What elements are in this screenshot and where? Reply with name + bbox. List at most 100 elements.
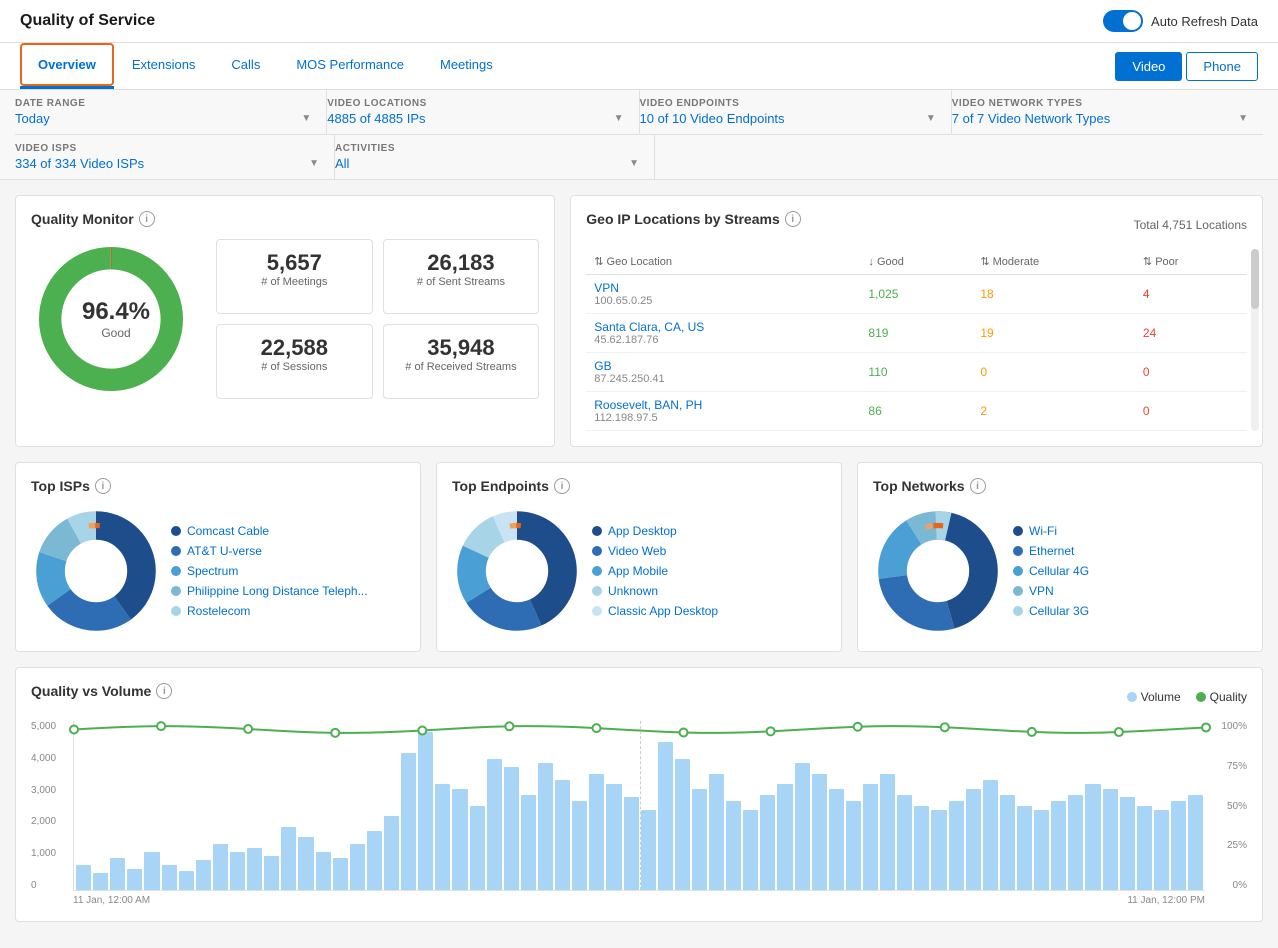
quality-dot	[680, 728, 688, 736]
legend-app-desktop[interactable]: App Desktop	[592, 524, 718, 538]
legend-dot	[1013, 586, 1023, 596]
legend-cellular-4g[interactable]: Cellular 4G	[1013, 564, 1089, 578]
table-row[interactable]: VPN 100.65.0.25 1,025 18 4	[586, 275, 1247, 314]
col-good[interactable]: ↓ Good	[860, 249, 972, 275]
table-row[interactable]: GB 87.245.250.41 110 0 0	[586, 353, 1247, 392]
geo-moderate: 18	[972, 275, 1135, 314]
quality-monitor-section: Quality Monitor i 96.4% Good	[15, 195, 555, 447]
legend-pldt[interactable]: Philippine Long Distance Teleph...	[171, 584, 368, 598]
geo-location-name: VPN	[594, 281, 852, 295]
qvv-chart-body	[73, 721, 1205, 891]
endpoints-donut	[452, 506, 582, 636]
legend-ethernet[interactable]: Ethernet	[1013, 544, 1089, 558]
legend-dot	[1013, 546, 1023, 556]
geo-info-icon[interactable]: i	[785, 211, 801, 227]
geo-poor: 24	[1135, 314, 1247, 353]
tab-extensions[interactable]: Extensions	[114, 43, 214, 89]
networks-info-icon[interactable]: i	[970, 478, 986, 494]
top-charts-row: Top ISPs i	[15, 462, 1263, 652]
tab-meetings[interactable]: Meetings	[422, 43, 511, 89]
top-isps-section: Top ISPs i	[15, 462, 421, 652]
qvv-legend-volume: Volume	[1127, 690, 1181, 704]
quality-dot	[331, 729, 339, 737]
networks-chart-inner: Wi-Fi Ethernet Cellular 4G VPN	[873, 506, 1247, 636]
legend-dot	[592, 566, 602, 576]
filter-locations-value: 4885 of 4885 IPs ▼	[327, 111, 623, 126]
legend-dot	[592, 526, 602, 536]
legend-spectrum[interactable]: Spectrum	[171, 564, 368, 578]
quality-dot	[1115, 728, 1123, 736]
legend-vpn[interactable]: VPN	[1013, 584, 1089, 598]
tab-calls[interactable]: Calls	[213, 43, 278, 89]
quality-monitor-info-icon[interactable]: i	[139, 211, 155, 227]
geo-moderate: 0	[972, 353, 1135, 392]
donut-center: 96.4% Good	[82, 298, 150, 340]
top-endpoints-section: Top Endpoints i	[436, 462, 842, 652]
filter-endpoints[interactable]: VIDEO ENDPOINTS 10 of 10 Video Endpoints…	[640, 90, 952, 134]
filter-networktypes[interactable]: VIDEO NETWORK TYPES 7 of 7 Video Network…	[952, 90, 1263, 134]
table-row[interactable]: Santa Clara, CA, US 45.62.187.76 819 19 …	[586, 314, 1247, 353]
filter-activities[interactable]: ACTIVITIES All ▼	[335, 135, 655, 179]
stat-recstreams-value: 35,948	[399, 335, 524, 361]
legend-classic-desktop[interactable]: Classic App Desktop	[592, 604, 718, 618]
col-poor[interactable]: ⇅ Poor	[1135, 249, 1247, 275]
geo-moderate: 2	[972, 392, 1135, 431]
tab-mos[interactable]: MOS Performance	[278, 43, 422, 89]
table-scrollbar[interactable]	[1251, 249, 1259, 431]
legend-wifi[interactable]: Wi-Fi	[1013, 524, 1089, 538]
stat-recstreams: 35,948 # of Received Streams	[383, 324, 540, 399]
legend-att[interactable]: AT&T U-verse	[171, 544, 368, 558]
isps-donut	[31, 506, 161, 636]
filter-daterange-label: DATE RANGE	[15, 98, 311, 109]
chevron-down-icon: ▼	[926, 113, 936, 124]
legend-app-mobile[interactable]: App Mobile	[592, 564, 718, 578]
qvv-chart-area: 5,000 4,000 3,000 2,000 1,000 0 100% 75%…	[31, 721, 1247, 891]
filter-daterange[interactable]: DATE RANGE Today ▼	[15, 90, 327, 134]
col-moderate[interactable]: ⇅ Moderate	[972, 249, 1135, 275]
quality-dot	[767, 727, 775, 735]
filter-locations[interactable]: VIDEO LOCATIONS 4885 of 4885 IPs ▼	[327, 90, 639, 134]
app-header: Quality of Service Auto Refresh Data	[0, 0, 1278, 43]
qvv-info-icon[interactable]: i	[156, 683, 172, 699]
legend-dot	[171, 526, 181, 536]
stat-sentstreams-label: # of Sent Streams	[399, 276, 524, 288]
legend-dot	[171, 606, 181, 616]
endpoints-info-icon[interactable]: i	[554, 478, 570, 494]
geo-location-name: Roosevelt, BAN, PH	[594, 398, 852, 412]
quality-dot	[1028, 728, 1036, 736]
legend-rostelecom[interactable]: Rostelecom	[171, 604, 368, 618]
qvv-legend: Volume Quality	[1127, 690, 1247, 704]
row-1: Quality Monitor i 96.4% Good	[15, 195, 1263, 447]
geo-poor: 4	[1135, 275, 1247, 314]
geo-table: ⇅ Geo Location ↓ Good ⇅ Moderate ⇅ Poor …	[586, 249, 1247, 431]
legend-comcast[interactable]: Comcast Cable	[171, 524, 368, 538]
tab-overview[interactable]: Overview	[20, 43, 114, 89]
filter-locations-label: VIDEO LOCATIONS	[327, 98, 623, 109]
chevron-down-icon: ▼	[309, 158, 319, 169]
video-view-button[interactable]: Video	[1115, 52, 1182, 81]
stat-meetings-value: 5,657	[232, 250, 357, 276]
stat-meetings-label: # of Meetings	[232, 276, 357, 288]
isps-info-icon[interactable]: i	[95, 478, 111, 494]
chevron-down-icon: ▼	[614, 113, 624, 124]
networks-legend: Wi-Fi Ethernet Cellular 4G VPN	[1013, 524, 1089, 618]
auto-refresh-toggle[interactable]	[1103, 10, 1143, 32]
filter-isps[interactable]: VIDEO ISPS 334 of 334 Video ISPs ▼	[15, 135, 335, 179]
filter-networktypes-label: VIDEO NETWORK TYPES	[952, 98, 1248, 109]
isps-legend: Comcast Cable AT&T U-verse Spectrum Phil…	[171, 524, 368, 618]
qvv-title: Quality vs Volume i	[31, 683, 172, 699]
table-row[interactable]: Roosevelt, BAN, PH 112.198.97.5 86 2 0	[586, 392, 1247, 431]
geo-moderate: 19	[972, 314, 1135, 353]
stat-sentstreams: 26,183 # of Sent Streams	[383, 239, 540, 314]
geo-good: 86	[860, 392, 972, 431]
auto-refresh-control[interactable]: Auto Refresh Data	[1103, 10, 1258, 32]
filter-daterange-value: Today ▼	[15, 111, 311, 126]
donut-percentage: 96.4%	[82, 298, 150, 326]
legend-video-web[interactable]: Video Web	[592, 544, 718, 558]
app-title: Quality of Service	[20, 12, 155, 30]
col-geolocation[interactable]: ⇅ Geo Location	[586, 249, 860, 275]
quality-monitor-title: Quality Monitor i	[31, 211, 539, 227]
legend-unknown[interactable]: Unknown	[592, 584, 718, 598]
phone-view-button[interactable]: Phone	[1186, 52, 1258, 81]
legend-cellular-3g[interactable]: Cellular 3G	[1013, 604, 1089, 618]
